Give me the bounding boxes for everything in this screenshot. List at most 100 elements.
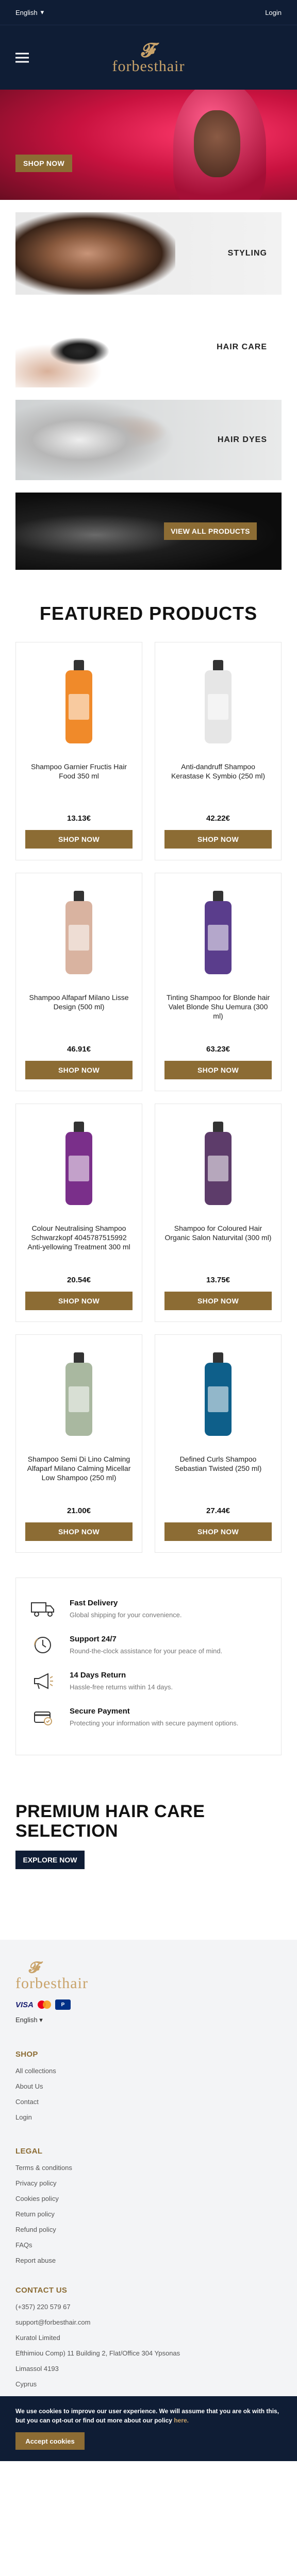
footer-link[interactable]: Login xyxy=(15,2113,282,2121)
product-card[interactable]: Defined Curls Shampoo Sebastian Twisted … xyxy=(155,1334,282,1553)
category-hair-dyes[interactable]: HAIR DYES xyxy=(15,400,282,480)
product-card[interactable]: Shampoo Alfaparf Milano Lisse Design (50… xyxy=(15,873,142,1091)
footer-logo-mark: 𝓕 xyxy=(29,1959,41,1977)
contact-line: (+357) 220 579 67 xyxy=(15,2303,71,2311)
hero-shop-now-button[interactable]: SHOP NOW xyxy=(15,155,72,172)
explore-now-button[interactable]: EXPLORE NOW xyxy=(15,1850,85,1869)
shop-now-button[interactable]: SHOP NOW xyxy=(164,1061,272,1079)
footer-link[interactable]: Privacy policy xyxy=(15,2179,282,2187)
shop-now-button[interactable]: SHOP NOW xyxy=(25,1522,133,1541)
product-image xyxy=(185,1350,252,1438)
hair-washing-image xyxy=(15,400,175,480)
product-card[interactable]: Shampoo Garnier Fructis Hair Food 350 ml… xyxy=(15,642,142,860)
product-image xyxy=(45,1350,112,1438)
footer-link[interactable]: Refund policy xyxy=(15,2226,282,2233)
footer-link[interactable]: Contact xyxy=(15,2098,282,2106)
support-icon xyxy=(27,1635,58,1655)
category-hair-care[interactable]: HAIR CARE xyxy=(15,307,282,387)
feature-desc: Protecting your information with secure … xyxy=(70,1719,239,1727)
payment-methods: VISA P xyxy=(15,1999,282,2010)
product-price: 42.22€ xyxy=(206,814,230,823)
product-price: 13.13€ xyxy=(67,814,91,823)
shop-now-button[interactable]: SHOP NOW xyxy=(25,1061,133,1079)
product-name[interactable]: Shampoo for Coloured Hair Organic Salon … xyxy=(164,1224,272,1273)
login-link[interactable]: Login xyxy=(265,9,282,16)
product-price: 20.54€ xyxy=(67,1276,91,1284)
menu-icon[interactable] xyxy=(15,53,29,62)
logo[interactable]: 𝓕 forbesthair xyxy=(112,40,185,75)
product-name[interactable]: Colour Neutralising Shampoo Schwarzkopf … xyxy=(25,1224,133,1273)
product-card[interactable]: Anti-dandruff Shampoo Kerastase K Symbio… xyxy=(155,642,282,860)
footer-logo[interactable]: 𝓕 forbesthair xyxy=(15,1960,282,1992)
product-price: 63.23€ xyxy=(206,1045,230,1054)
contact-line: Cyprus xyxy=(15,2380,37,2388)
product-image xyxy=(45,1120,112,1207)
shop-now-button[interactable]: SHOP NOW xyxy=(25,1292,133,1310)
footer-link[interactable]: FAQs xyxy=(15,2241,282,2249)
product-name[interactable]: Shampoo Alfaparf Milano Lisse Design (50… xyxy=(25,993,133,1042)
product-name[interactable]: Shampoo Garnier Fructis Hair Food 350 ml xyxy=(25,762,133,811)
view-all-products-button[interactable]: VIEW ALL PRODUCTS xyxy=(164,522,257,540)
accept-cookies-button[interactable]: Accept cookies xyxy=(15,2432,85,2450)
contact-line: support@forbesthair.com xyxy=(15,2318,91,2327)
product-image xyxy=(185,889,252,976)
footer-link[interactable]: Terms & conditions xyxy=(15,2164,282,2172)
product-name[interactable]: Defined Curls Shampoo Sebastian Twisted … xyxy=(164,1454,272,1503)
footer-language-selector[interactable]: English ▾ xyxy=(15,2016,282,2024)
footer-logo-text: forbesthair xyxy=(15,1975,88,1992)
feature-desc: Hassle-free returns within 14 days. xyxy=(70,1683,173,1691)
feature-item: Support 24/7 Round-the-clock assistance … xyxy=(27,1635,265,1656)
footer-link[interactable]: Report abuse xyxy=(15,2257,282,2264)
shop-now-button[interactable]: SHOP NOW xyxy=(25,830,133,849)
product-card[interactable]: Shampoo Semi Di Lino Calming Alfaparf Mi… xyxy=(15,1334,142,1553)
logo-text: forbesthair xyxy=(112,57,185,75)
mastercard-icon xyxy=(38,2001,52,2009)
feature-item: 14 Days Return Hassle-free returns withi… xyxy=(27,1671,265,1692)
product-grid: Shampoo Garnier Fructis Hair Food 350 ml… xyxy=(0,642,297,1553)
footer-shop-title: SHOP xyxy=(15,2050,38,2059)
premium-title: PREMIUM HAIR CARE SELECTION xyxy=(15,1802,205,1841)
product-card[interactable]: Colour Neutralising Shampoo Schwarzkopf … xyxy=(15,1104,142,1322)
footer: 𝓕 forbesthair VISA P English ▾ SHOP All c… xyxy=(0,1940,297,2462)
featured-products-title: FEATURED PRODUCTS xyxy=(39,603,258,624)
feature-title: Fast Delivery xyxy=(70,1599,118,1607)
product-name[interactable]: Anti-dandruff Shampoo Kerastase K Symbio… xyxy=(164,762,272,811)
truck-icon xyxy=(27,1599,58,1619)
product-image xyxy=(45,658,112,745)
product-price: 27.44€ xyxy=(206,1506,230,1515)
footer-link[interactable]: Return policy xyxy=(15,2210,282,2218)
paypal-icon: P xyxy=(55,1999,71,2010)
product-card[interactable]: Tinting Shampoo for Blonde hair Valet Bl… xyxy=(155,873,282,1091)
secure-payment-icon xyxy=(27,1707,58,1727)
product-price: 46.91€ xyxy=(67,1045,91,1054)
hero-banner: SHOP NOW xyxy=(0,90,297,200)
footer-link[interactable]: Cookies policy xyxy=(15,2195,282,2202)
styling-image xyxy=(15,212,175,295)
language-label: English xyxy=(15,8,38,16)
feature-title: 14 Days Return xyxy=(70,1670,126,1680)
contact-line: Efthimiou Comp) 11 Building 2, Flat/Offi… xyxy=(15,2349,180,2358)
product-name[interactable]: Tinting Shampoo for Blonde hair Valet Bl… xyxy=(164,993,272,1042)
feature-title: Secure Payment xyxy=(70,1706,130,1716)
language-selector[interactable]: English ▾ xyxy=(15,8,44,16)
hair-dryer-image xyxy=(15,307,175,387)
product-card[interactable]: Shampoo for Coloured Hair Organic Salon … xyxy=(155,1104,282,1322)
footer-contact: CONTACT US (+357) 220 579 67 support@forbe… xyxy=(15,2286,282,2388)
shop-now-button[interactable]: SHOP NOW xyxy=(164,1522,272,1541)
footer-contact-title: CONTACT US xyxy=(15,2286,68,2295)
megaphone-icon xyxy=(27,1671,58,1691)
top-bar: English ▾ Login xyxy=(0,0,297,25)
features-box: Fast Delivery Global shipping for your c… xyxy=(15,1578,282,1756)
footer-shop: SHOP All collections About Us Contact Login xyxy=(15,2050,282,2121)
product-name[interactable]: Shampoo Semi Di Lino Calming Alfaparf Mi… xyxy=(25,1454,133,1503)
product-image xyxy=(185,658,252,745)
cookie-policy-link[interactable]: here. xyxy=(174,2417,189,2424)
footer-legal-title: LEGAL xyxy=(15,2147,43,2156)
cookie-banner: We use cookies to improve our user exper… xyxy=(0,2396,297,2462)
product-image xyxy=(185,1120,252,1207)
shop-now-button[interactable]: SHOP NOW xyxy=(164,830,272,849)
shop-now-button[interactable]: SHOP NOW xyxy=(164,1292,272,1310)
category-styling[interactable]: STYLING xyxy=(15,212,282,295)
footer-link[interactable]: About Us xyxy=(15,2082,282,2090)
footer-link[interactable]: All collections xyxy=(15,2067,282,2075)
